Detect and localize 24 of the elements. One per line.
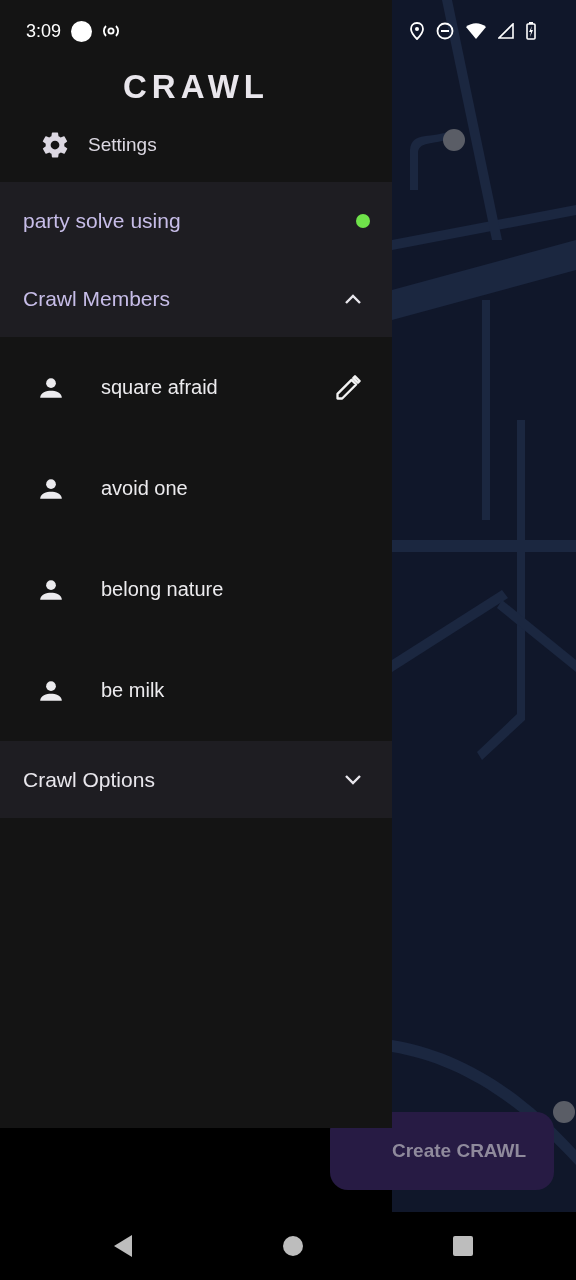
member-name: square afraid <box>101 376 219 399</box>
app-title: CRAWL <box>123 68 269 106</box>
section-header[interactable]: Crawl Options <box>0 741 392 818</box>
party-name: party solve using <box>23 209 181 233</box>
member-name: be milk <box>101 679 166 702</box>
member-name: belong nature <box>101 578 225 601</box>
back-icon[interactable] <box>112 1234 134 1258</box>
signal-icon <box>498 23 514 39</box>
wifi-icon <box>466 23 486 39</box>
location-icon <box>410 22 424 40</box>
edit-icon[interactable] <box>334 373 362 402</box>
section-header[interactable]: Crawl Members <box>0 260 392 337</box>
create-crawl-button[interactable]: Create CRAWL <box>330 1112 554 1190</box>
battery-icon <box>526 22 536 40</box>
member-name: avoid one <box>101 477 189 500</box>
home-icon[interactable] <box>282 1235 304 1257</box>
do-not-disturb-icon <box>436 22 454 40</box>
hotspot-icon <box>102 24 121 38</box>
chevron-up-icon <box>344 292 362 305</box>
settings-button[interactable]: Settings <box>0 120 157 170</box>
recents-icon[interactable] <box>452 1235 474 1257</box>
clock-time: 3:09 <box>26 20 62 42</box>
settings-icon <box>40 130 70 160</box>
chevron-down-icon <box>344 773 362 786</box>
